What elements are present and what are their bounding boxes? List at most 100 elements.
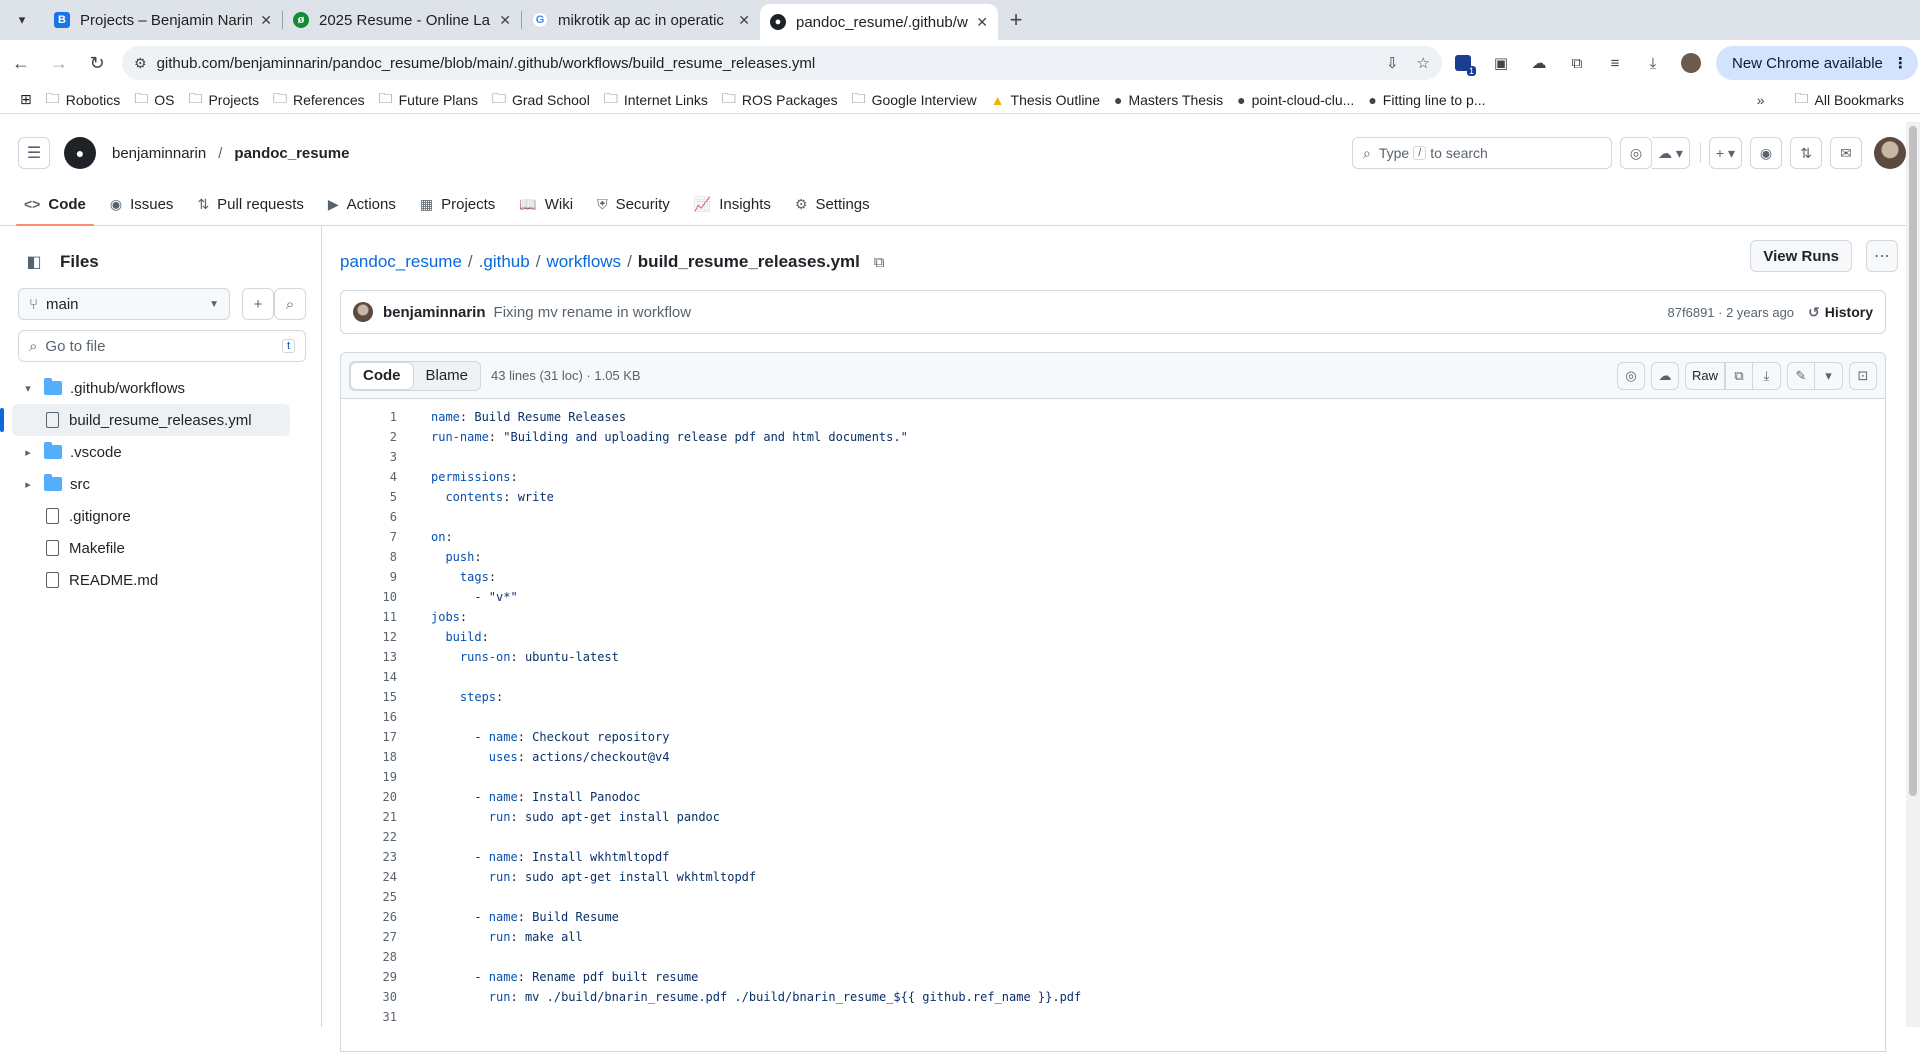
tree-file[interactable]: README.md <box>0 564 322 596</box>
line-number[interactable]: 7 <box>341 530 397 544</box>
raw-button[interactable]: Raw <box>1684 361 1725 390</box>
media-queue-icon[interactable]: ≡ <box>1598 46 1632 80</box>
profile-avatar-icon[interactable] <box>1674 46 1708 80</box>
line-number[interactable]: 19 <box>341 770 397 784</box>
browser-tab[interactable]: G mikrotik ap ac in operatic ✕ <box>522 4 760 36</box>
tab-code[interactable]: <> Code <box>16 183 94 226</box>
close-tab-icon[interactable]: ✕ <box>976 14 988 31</box>
github-logo-icon[interactable]: ● <box>64 137 96 169</box>
bookmark-folder[interactable]: 🗀 Google Interview <box>852 88 977 112</box>
tab-insights[interactable]: 📈 Insights <box>686 183 779 225</box>
tree-folder[interactable]: ▾ .github/workflows <box>0 372 322 404</box>
more-options-icon[interactable]: ⋯ <box>1866 240 1898 272</box>
line-number[interactable]: 17 <box>341 730 397 744</box>
line-number[interactable]: 4 <box>341 470 397 484</box>
line-number[interactable]: 5 <box>341 490 397 504</box>
bookmark-folder[interactable]: 🗀 OS <box>134 88 174 112</box>
bookmark-folder[interactable]: 🗀 Internet Links <box>604 88 708 112</box>
line-number[interactable]: 10 <box>341 590 397 604</box>
codespace-icon[interactable]: ☁ <box>1650 361 1679 390</box>
bookmark-folder[interactable]: 🗀 Projects <box>188 88 259 112</box>
line-number[interactable]: 12 <box>341 630 397 644</box>
line-number[interactable]: 29 <box>341 970 397 984</box>
inbox-icon[interactable]: ✉ <box>1830 137 1862 169</box>
tab-wiki[interactable]: 📖 Wiki <box>511 183 581 225</box>
tree-file-selected[interactable]: build_resume_releases.yml <box>0 404 290 436</box>
line-number[interactable]: 23 <box>341 850 397 864</box>
tab-projects[interactable]: ▦ Projects <box>412 183 503 225</box>
tree-folder[interactable]: ▸ src <box>0 468 322 500</box>
add-file-plus-icon[interactable]: + <box>242 288 274 320</box>
line-number[interactable]: 16 <box>341 710 397 724</box>
tab-security[interactable]: ⛨ Security <box>589 183 678 225</box>
line-number[interactable]: 31 <box>341 1010 397 1024</box>
downloads-icon[interactable]: ⤓ <box>1636 46 1670 80</box>
copy-path-icon[interactable]: ⧉ <box>874 254 885 271</box>
close-tab-icon[interactable]: ✕ <box>260 12 272 29</box>
line-number[interactable]: 2 <box>341 430 397 444</box>
reload-icon[interactable]: ↻ <box>80 46 114 80</box>
commit-author-avatar[interactable] <box>353 302 373 322</box>
more-bookmarks-chevron-icon[interactable]: » <box>1757 92 1765 108</box>
edit-menu-chevron-icon[interactable]: ▾ <box>1815 361 1843 390</box>
view-runs-button[interactable]: View Runs <box>1750 240 1852 272</box>
new-tab-plus-icon[interactable]: + <box>998 2 1034 38</box>
scrollbar-thumb[interactable] <box>1909 126 1917 796</box>
line-number[interactable]: 30 <box>341 990 397 1004</box>
puzzle-extensions-icon[interactable]: ⧉ <box>1560 46 1594 80</box>
line-number[interactable]: 1 <box>341 410 397 424</box>
bookmark-link[interactable]: ● Masters Thesis <box>1114 92 1223 108</box>
tree-folder[interactable]: ▸ .vscode <box>0 436 322 468</box>
line-number[interactable]: 25 <box>341 890 397 904</box>
install-app-icon[interactable]: ⇩ <box>1386 54 1399 72</box>
tree-file[interactable]: .gitignore <box>0 500 322 532</box>
close-tab-icon[interactable]: ✕ <box>499 12 511 29</box>
owner-link[interactable]: benjaminnarin <box>112 145 206 162</box>
bookmark-star-icon[interactable]: ☆ <box>1417 54 1430 72</box>
repo-link[interactable]: pandoc_resume <box>234 145 349 162</box>
code-view-tab[interactable]: Code <box>350 361 414 390</box>
browser-tab-active[interactable]: ● pandoc_resume/.github/w ✕ <box>760 4 998 40</box>
copilot-icon[interactable]: ◎ <box>1616 361 1645 390</box>
breadcrumb-repo-link[interactable]: pandoc_resume <box>340 252 462 272</box>
line-number[interactable]: 14 <box>341 670 397 684</box>
line-number[interactable]: 21 <box>341 810 397 824</box>
collapse-sidebar-icon[interactable]: ◧ <box>18 246 50 278</box>
line-number[interactable]: 24 <box>341 870 397 884</box>
site-info-icon[interactable]: ⚙ <box>134 55 147 72</box>
user-avatar[interactable] <box>1874 137 1906 169</box>
copy-raw-icon[interactable]: ⧉ <box>1725 361 1753 390</box>
line-number[interactable]: 15 <box>341 690 397 704</box>
tab-settings[interactable]: ⚙ Settings <box>787 183 878 225</box>
back-arrow-icon[interactable]: ← <box>4 46 38 80</box>
search-input[interactable]: ⌕ Type / to search <box>1351 137 1612 169</box>
line-number[interactable]: 8 <box>341 550 397 564</box>
close-tab-icon[interactable]: ✕ <box>738 12 750 29</box>
search-files-icon[interactable]: ⌕ <box>274 288 306 320</box>
all-bookmarks-folder[interactable]: 🗀 All Bookmarks <box>1795 88 1904 112</box>
browser-tab[interactable]: ø 2025 Resume - Online La ✕ <box>283 4 521 36</box>
symbols-panel-icon[interactable]: ⊡ <box>1849 361 1877 390</box>
commit-sha-age[interactable]: 87f6891 · 2 years ago <box>1668 305 1794 320</box>
go-to-file-input[interactable]: ⌕ Go to file t <box>18 330 306 362</box>
cloud-extension-icon[interactable]: ☁ <box>1522 46 1556 80</box>
line-number[interactable]: 3 <box>341 450 397 464</box>
line-number[interactable]: 9 <box>341 570 397 584</box>
bookmark-folder[interactable]: 🗀 References <box>273 88 365 112</box>
line-number[interactable]: 26 <box>341 910 397 924</box>
bookmark-folder[interactable]: 🗀 ROS Packages <box>722 88 838 112</box>
download-icon[interactable]: ⤓ <box>1753 361 1781 390</box>
bookmark-folder[interactable]: 🗀 Robotics <box>46 88 120 112</box>
line-number[interactable]: 13 <box>341 650 397 664</box>
line-number[interactable]: 6 <box>341 510 397 524</box>
line-number[interactable]: 18 <box>341 750 397 764</box>
bookmark-folder[interactable]: 🗀 Future Plans <box>379 88 478 112</box>
pull-requests-icon[interactable]: ⇅ <box>1790 137 1822 169</box>
new-chrome-available-button[interactable]: New Chrome available ⋮ <box>1716 46 1918 80</box>
line-number[interactable]: 22 <box>341 830 397 844</box>
forward-arrow-icon[interactable]: → <box>42 46 76 80</box>
address-bar[interactable]: ⚙ github.com/benjaminnarin/pandoc_resume… <box>122 46 1442 80</box>
history-button[interactable]: ↺ History <box>1808 304 1873 321</box>
line-number[interactable]: 20 <box>341 790 397 804</box>
issues-icon[interactable]: ◉ <box>1750 137 1782 169</box>
